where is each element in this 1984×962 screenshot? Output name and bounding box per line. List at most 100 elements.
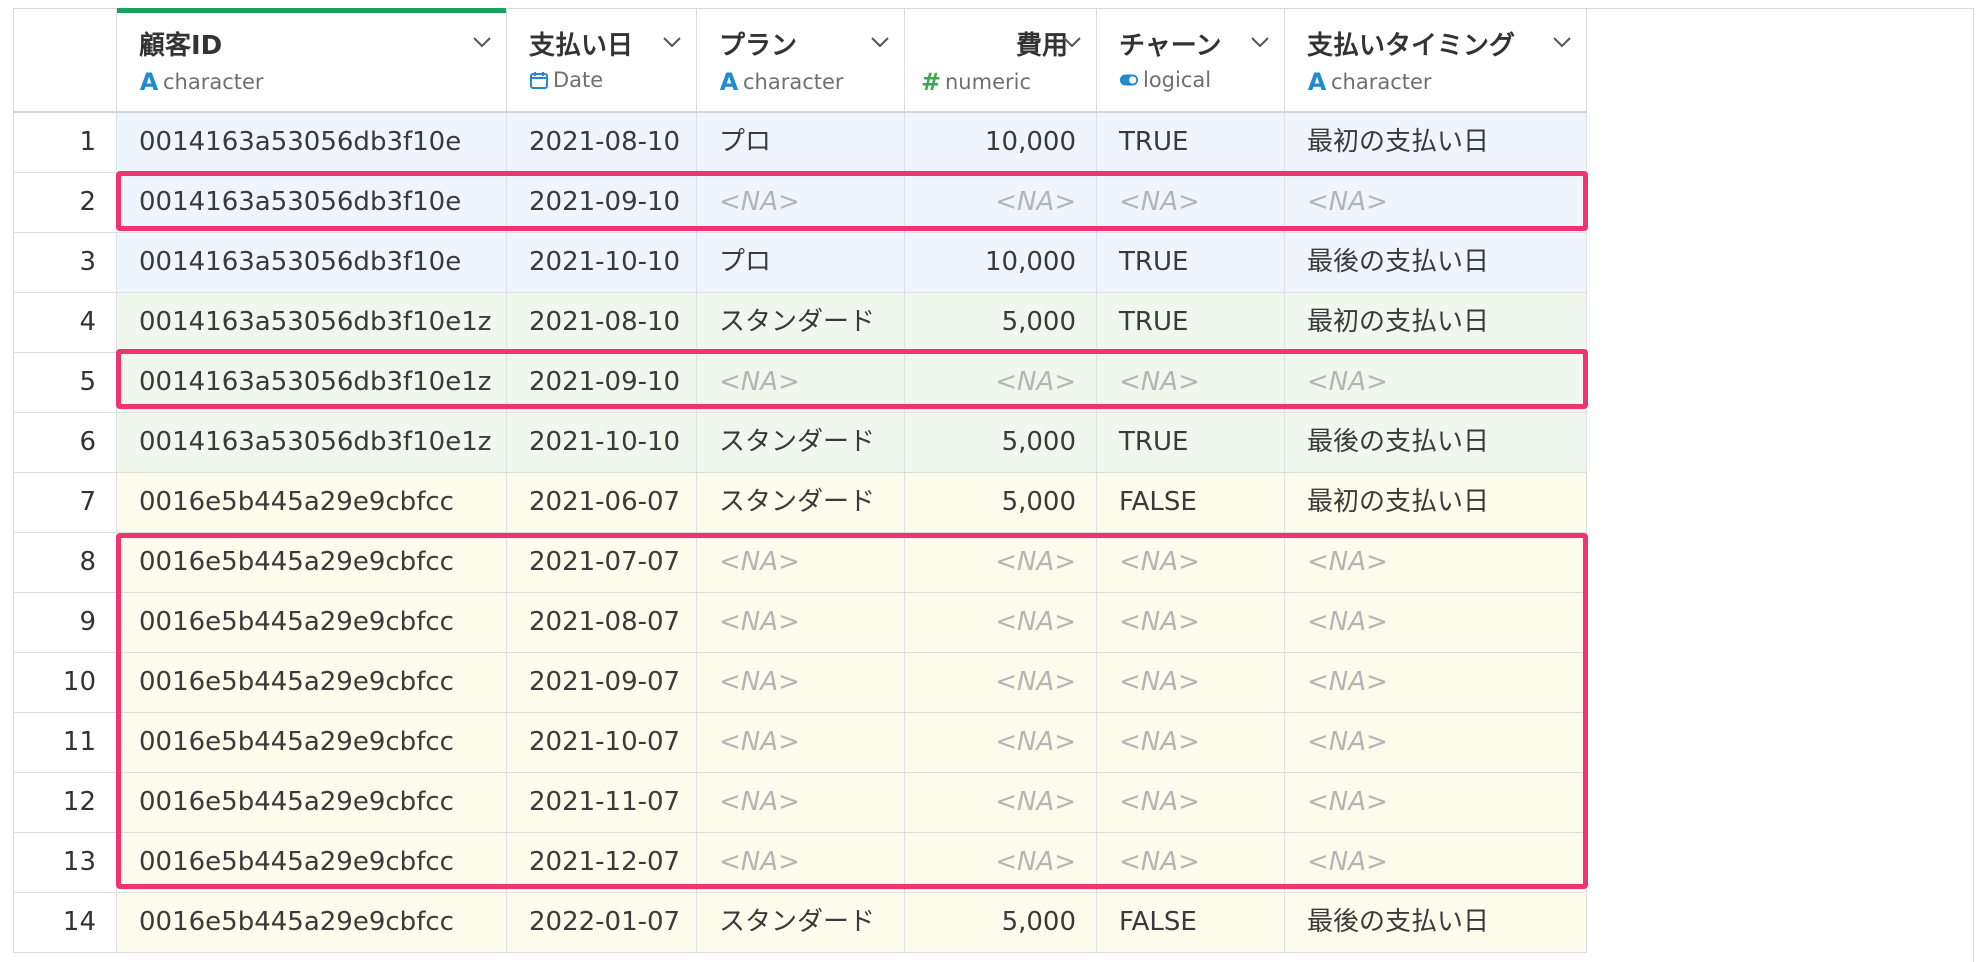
cell-date[interactable]: 2021-07-07 — [507, 533, 697, 592]
cell-id[interactable]: 0016e5b445a29e9cbfcc — [117, 833, 507, 892]
cell-churn[interactable]: <NA> — [1097, 353, 1285, 412]
cell-plan[interactable]: <NA> — [697, 173, 905, 232]
cell-cost[interactable]: <NA> — [905, 173, 1097, 232]
cell-cost[interactable]: <NA> — [905, 353, 1097, 412]
cell-churn[interactable]: TRUE — [1097, 233, 1285, 292]
column-type: numeric — [945, 70, 1032, 94]
cell-plan[interactable]: スタンダード — [697, 413, 905, 472]
cell-id[interactable]: 0014163a53056db3f10e1z — [117, 293, 507, 352]
cell-timing[interactable]: <NA> — [1285, 833, 1587, 892]
cell-plan[interactable]: <NA> — [697, 353, 905, 412]
cell-date[interactable]: 2021-09-07 — [507, 653, 697, 712]
cell-date[interactable]: 2021-10-10 — [507, 233, 697, 292]
chevron-down-icon[interactable] — [662, 35, 682, 49]
cell-date[interactable]: 2021-08-07 — [507, 593, 697, 652]
cell-churn[interactable]: TRUE — [1097, 413, 1285, 472]
column-header-churn[interactable]: チャーン logical — [1097, 9, 1285, 111]
cell-id[interactable]: 0016e5b445a29e9cbfcc — [117, 773, 507, 832]
cell-timing[interactable]: 最後の支払い日 — [1285, 413, 1587, 472]
cell-date[interactable]: 2021-10-07 — [507, 713, 697, 772]
chevron-down-icon[interactable] — [472, 35, 492, 49]
chevron-down-icon[interactable] — [870, 35, 890, 49]
cell-id[interactable]: 0014163a53056db3f10e — [117, 113, 507, 172]
cell-id[interactable]: 0016e5b445a29e9cbfcc — [117, 713, 507, 772]
cell-cost[interactable]: <NA> — [905, 773, 1097, 832]
cell-plan[interactable]: プロ — [697, 113, 905, 172]
cell-timing[interactable]: <NA> — [1285, 653, 1587, 712]
cell-plan[interactable]: <NA> — [697, 713, 905, 772]
cell-churn[interactable]: <NA> — [1097, 533, 1285, 592]
cell-cost[interactable]: <NA> — [905, 833, 1097, 892]
column-header-payment-date[interactable]: 支払い日 Date — [507, 9, 697, 111]
cell-id[interactable]: 0014163a53056db3f10e — [117, 233, 507, 292]
row-number: 3 — [13, 233, 117, 292]
cell-churn[interactable]: <NA> — [1097, 713, 1285, 772]
chevron-down-icon[interactable] — [1250, 35, 1270, 49]
cell-churn[interactable]: <NA> — [1097, 773, 1285, 832]
cell-cost[interactable]: 5,000 — [905, 293, 1097, 352]
column-header-payment-timing[interactable]: 支払いタイミング Acharacter — [1285, 9, 1587, 111]
cell-date[interactable]: 2021-08-10 — [507, 293, 697, 352]
cell-churn[interactable]: TRUE — [1097, 113, 1285, 172]
cell-cost[interactable]: 5,000 — [905, 893, 1097, 952]
cell-plan[interactable]: スタンダード — [697, 893, 905, 952]
cell-date[interactable]: 2021-09-10 — [507, 173, 697, 232]
cell-timing[interactable]: 最初の支払い日 — [1285, 473, 1587, 532]
cell-timing[interactable]: 最初の支払い日 — [1285, 113, 1587, 172]
cell-id[interactable]: 0016e5b445a29e9cbfcc — [117, 533, 507, 592]
cell-timing[interactable]: 最後の支払い日 — [1285, 233, 1587, 292]
cell-date[interactable]: 2022-01-07 — [507, 893, 697, 952]
chevron-down-icon[interactable] — [1552, 35, 1572, 49]
cell-cost[interactable]: <NA> — [905, 713, 1097, 772]
cell-id[interactable]: 0016e5b445a29e9cbfcc — [117, 593, 507, 652]
cell-churn[interactable]: <NA> — [1097, 833, 1285, 892]
cell-date[interactable]: 2021-09-10 — [507, 353, 697, 412]
cell-cost[interactable]: <NA> — [905, 593, 1097, 652]
cell-plan[interactable]: スタンダード — [697, 473, 905, 532]
cell-plan[interactable]: <NA> — [697, 653, 905, 712]
cell-id[interactable]: 0016e5b445a29e9cbfcc — [117, 473, 507, 532]
cell-date[interactable]: 2021-06-07 — [507, 473, 697, 532]
cell-timing[interactable]: 最後の支払い日 — [1285, 893, 1587, 952]
cell-timing[interactable]: <NA> — [1285, 533, 1587, 592]
cell-plan[interactable]: <NA> — [697, 833, 905, 892]
column-header-customer-id[interactable]: 顧客ID Acharacter — [117, 8, 507, 111]
numeric-icon: # — [920, 68, 942, 96]
cell-id[interactable]: 0016e5b445a29e9cbfcc — [117, 653, 507, 712]
cell-date[interactable]: 2021-12-07 — [507, 833, 697, 892]
cell-churn[interactable]: FALSE — [1097, 893, 1285, 952]
cell-cost[interactable]: <NA> — [905, 653, 1097, 712]
cell-id[interactable]: 0014163a53056db3f10e1z — [117, 353, 507, 412]
cell-plan[interactable]: <NA> — [697, 533, 905, 592]
cell-id[interactable]: 0016e5b445a29e9cbfcc — [117, 893, 507, 952]
cell-churn[interactable]: <NA> — [1097, 173, 1285, 232]
cell-cost[interactable]: 10,000 — [905, 233, 1097, 292]
cell-timing[interactable]: 最初の支払い日 — [1285, 293, 1587, 352]
cell-timing[interactable]: <NA> — [1285, 173, 1587, 232]
cell-plan[interactable]: <NA> — [697, 593, 905, 652]
cell-timing[interactable]: <NA> — [1285, 773, 1587, 832]
cell-timing[interactable]: <NA> — [1285, 353, 1587, 412]
cell-cost[interactable]: <NA> — [905, 533, 1097, 592]
cell-cost[interactable]: 10,000 — [905, 113, 1097, 172]
chevron-down-icon[interactable] — [1062, 35, 1082, 49]
cell-date[interactable]: 2021-11-07 — [507, 773, 697, 832]
column-header-cost[interactable]: 費用 # numeric — [905, 9, 1097, 111]
cell-id[interactable]: 0014163a53056db3f10e1z — [117, 413, 507, 472]
cell-plan[interactable]: プロ — [697, 233, 905, 292]
cell-churn[interactable]: <NA> — [1097, 593, 1285, 652]
cell-date[interactable]: 2021-10-10 — [507, 413, 697, 472]
row-number-header — [13, 9, 117, 111]
cell-churn[interactable]: FALSE — [1097, 473, 1285, 532]
cell-churn[interactable]: TRUE — [1097, 293, 1285, 352]
cell-timing[interactable]: <NA> — [1285, 713, 1587, 772]
cell-date[interactable]: 2021-08-10 — [507, 113, 697, 172]
column-header-plan[interactable]: プラン Acharacter — [697, 9, 905, 111]
cell-plan[interactable]: <NA> — [697, 773, 905, 832]
cell-cost[interactable]: 5,000 — [905, 413, 1097, 472]
cell-cost[interactable]: 5,000 — [905, 473, 1097, 532]
cell-churn[interactable]: <NA> — [1097, 653, 1285, 712]
cell-id[interactable]: 0014163a53056db3f10e — [117, 173, 507, 232]
cell-plan[interactable]: スタンダード — [697, 293, 905, 352]
cell-timing[interactable]: <NA> — [1285, 593, 1587, 652]
